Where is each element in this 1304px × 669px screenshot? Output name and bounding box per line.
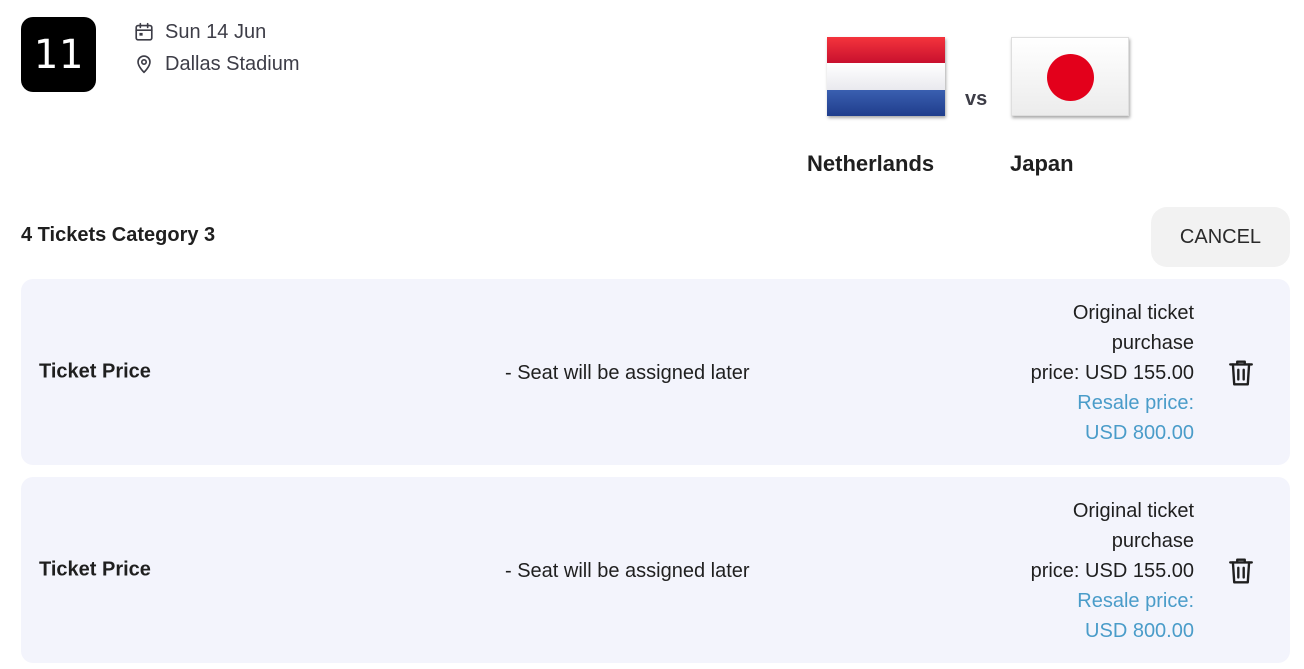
delete-ticket-button[interactable] [1226, 357, 1256, 389]
trash-icon [1229, 360, 1253, 386]
original-price-line: Original ticket [1072, 500, 1194, 522]
resale-price-line: Resale price: [1077, 590, 1194, 612]
original-price-line: purchase [1111, 332, 1194, 354]
resale-price-line: USD 800.00 [1085, 422, 1194, 444]
japan-flag [1011, 37, 1129, 116]
ticket-price-label: Ticket Price [39, 360, 151, 383]
netherlands-flag [827, 37, 945, 116]
cancel-button[interactable]: CANCEL [1151, 207, 1290, 267]
home-team-name: Netherlands [807, 151, 935, 176]
versus-label: vs [965, 88, 988, 110]
seat-info: - Seat will be assigned later [505, 362, 750, 385]
match-number: 11 [33, 31, 84, 78]
price-info: Original ticket purchase price: USD 155.… [994, 298, 1194, 448]
ticket-price-label: Ticket Price [39, 558, 151, 581]
ticket-row: Ticket Price - Seat will be assigned lat… [21, 477, 1290, 663]
price-info: Original ticket purchase price: USD 155.… [994, 496, 1194, 646]
tickets-summary-title: 4 Tickets Category 3 [21, 224, 216, 246]
ticket-row: Ticket Price - Seat will be assigned lat… [21, 279, 1290, 465]
calendar-icon [135, 22, 153, 41]
original-price-line: price: USD 155.00 [1030, 560, 1194, 582]
seat-info: - Seat will be assigned later [505, 560, 750, 583]
trash-icon [1229, 558, 1253, 584]
original-price-line: Original ticket [1072, 302, 1194, 324]
away-team-name: Japan [1010, 151, 1074, 176]
match-date: Sun 14 Jun [165, 20, 267, 43]
original-price-line: purchase [1111, 530, 1194, 552]
resale-price-line: Resale price: [1077, 392, 1194, 414]
location-pin-icon [137, 55, 151, 74]
resale-price-line: USD 800.00 [1085, 620, 1194, 642]
match-date-row: Sun 14 Jun [133, 19, 300, 45]
match-ticket-page: 11 Sun 14 Jun Dallas Stadium vs Netherla… [0, 0, 1304, 669]
match-meta: Sun 14 Jun Dallas Stadium [133, 19, 300, 83]
original-price-line: price: USD 155.00 [1030, 362, 1194, 384]
match-venue: Dallas Stadium [165, 52, 300, 75]
match-venue-row: Dallas Stadium [133, 51, 300, 77]
match-number-badge: 11 [21, 17, 96, 92]
delete-ticket-button[interactable] [1226, 555, 1256, 587]
